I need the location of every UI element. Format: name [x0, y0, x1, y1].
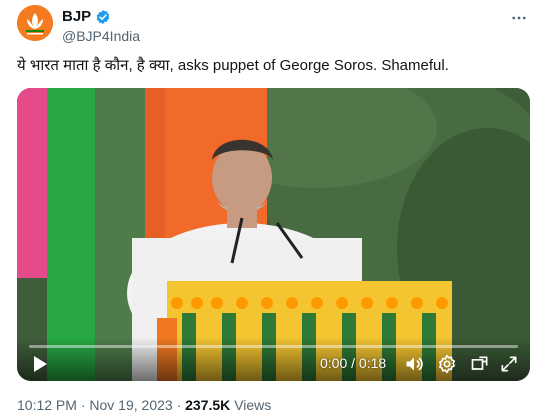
picture-in-picture-icon [471, 356, 488, 370]
current-time: 0:00 [320, 355, 348, 371]
tweet-text: ये भारत माता है कौन, है क्या, asks puppe… [17, 57, 449, 74]
more-options-button[interactable] [507, 6, 531, 30]
settings-icon [439, 354, 455, 374]
meta-dot: · [80, 397, 86, 413]
video-controls: 0:00 / 0:18 [17, 337, 530, 381]
fullscreen-button[interactable] [498, 353, 520, 375]
picture-in-picture-button[interactable] [469, 353, 491, 375]
settings-button[interactable] [436, 353, 458, 375]
bjp-lotus-logo [17, 5, 53, 41]
progress-bar[interactable] [29, 345, 518, 348]
author-name-row[interactable]: BJP [62, 8, 111, 25]
video-player[interactable]: 0:00 / 0:18 [17, 88, 530, 381]
views-label: Views [234, 397, 272, 413]
tweet-meta: 10:12 PM · Nov 19, 2023 · 237.5K Views [17, 397, 271, 413]
tweet-time[interactable]: 10:12 PM [17, 397, 77, 413]
play-icon [34, 356, 47, 372]
meta-dot: · [176, 397, 182, 413]
views-count: 237.5K [185, 397, 231, 413]
volume-icon [406, 357, 423, 371]
tweet-date[interactable]: Nov 19, 2023 [89, 397, 172, 413]
time-separator: / [351, 355, 356, 371]
author-handle[interactable]: @BJP4India [62, 28, 140, 44]
play-button[interactable] [29, 353, 51, 375]
verified-badge-icon [95, 9, 111, 25]
volume-button[interactable] [403, 353, 425, 375]
more-icon [512, 16, 526, 20]
fullscreen-icon [501, 356, 517, 372]
video-time: 0:00 / 0:18 [320, 355, 386, 371]
author-name[interactable]: BJP [62, 8, 91, 25]
avatar[interactable] [17, 5, 53, 41]
duration: 0:18 [358, 355, 387, 371]
